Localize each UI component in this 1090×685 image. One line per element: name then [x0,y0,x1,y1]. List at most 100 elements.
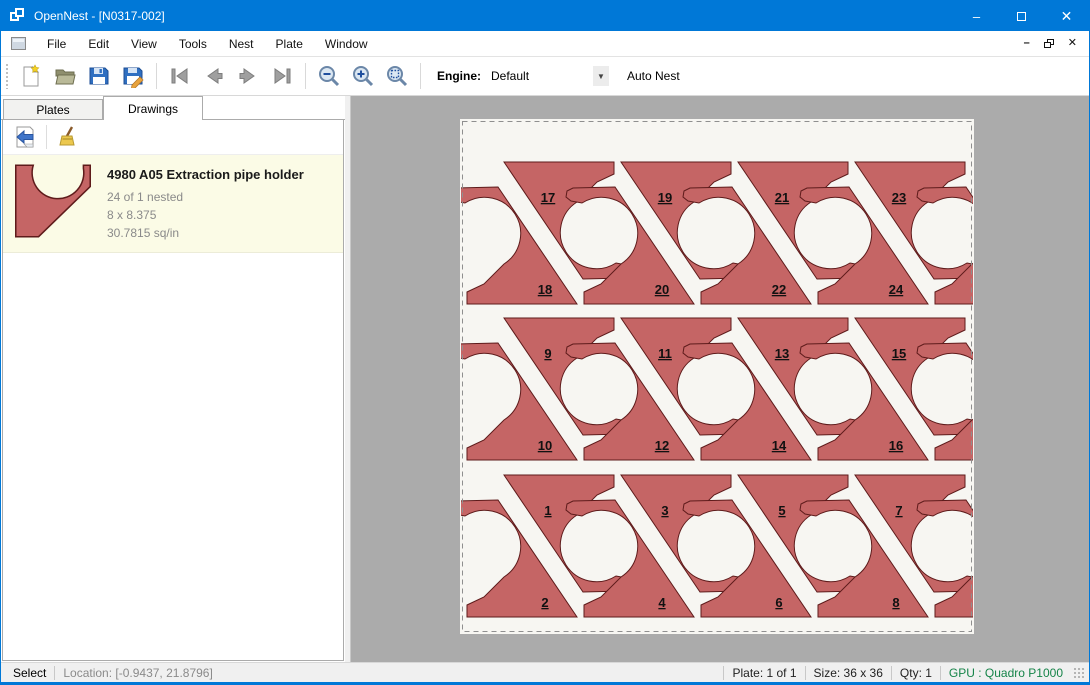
mdi-close-button[interactable]: ✕ [1068,38,1077,49]
maximize-button[interactable] [999,1,1044,31]
status-size: Size: 36 x 36 [814,666,883,680]
part-number-label: 16 [889,438,903,453]
drawing-size: 8 x 8.375 [107,206,304,224]
title-bar: OpenNest - [N0317-002] – ✕ [1,1,1089,31]
toolbar-grip [5,63,10,89]
nav-prev-button[interactable] [197,60,231,92]
part-number-label: 23 [892,190,906,205]
engine-value: Default [491,69,593,83]
part-thumbnail-shape [16,165,90,236]
part-number-label: 7 [895,503,902,518]
mdi-restore-button[interactable] [1044,39,1054,48]
part-number-label: 8 [892,595,899,610]
zoom-out-icon [317,64,341,88]
status-separator [805,666,806,680]
status-separator [891,666,892,680]
menu-plate[interactable]: Plate [265,31,314,56]
status-plate: Plate: 1 of 1 [732,666,796,680]
part-number-label: 14 [772,438,787,453]
next-arrow-icon [236,64,260,88]
nav-last-button[interactable] [265,60,299,92]
status-gpu: GPU : Quadro P1000 [949,666,1063,680]
plate-view: 171819202122232491011121314151612345678 [351,96,1089,662]
panel-toolbar [3,120,343,155]
zoom-fit-icon [385,64,409,88]
drawing-list-item[interactable]: 4980 A05 Extraction pipe holder 24 of 1 … [3,155,343,253]
panel-toolbar-separator [46,125,47,149]
mdi-minimize-button[interactable]: – [1024,38,1030,49]
resize-grip[interactable] [1073,667,1085,679]
part-number-label: 20 [655,282,669,297]
part-number-label: 13 [775,346,789,361]
drawing-area: 30.7815 sq/in [107,224,304,242]
open-file-button[interactable] [48,60,82,92]
prev-arrow-icon [202,64,226,88]
menu-tools[interactable]: Tools [168,31,218,56]
app-icon [10,8,26,24]
window-title: OpenNest - [N0317-002] [34,9,165,23]
part-number-label: 12 [655,438,669,453]
part-number-label: 17 [541,190,555,205]
document-icon [11,37,26,50]
import-drawing-button[interactable] [9,122,41,152]
toolbar-separator [156,63,157,89]
nav-next-button[interactable] [231,60,265,92]
status-separator [940,666,941,680]
new-file-icon [19,64,43,88]
zoom-fit-button[interactable] [380,60,414,92]
tab-drawings[interactable]: Drawings [103,96,203,120]
new-file-button[interactable] [14,60,48,92]
clear-button[interactable] [52,122,84,152]
parts-panel: Plates Drawings [1,96,345,662]
menu-edit[interactable]: Edit [77,31,120,56]
last-arrow-icon [270,64,294,88]
part-thumbnail [13,163,93,239]
menu-window[interactable]: Window [314,31,379,56]
chevron-down-icon[interactable]: ▼ [593,66,609,86]
tab-plates[interactable]: Plates [3,99,103,120]
panel-tabs: Plates Drawings [1,96,345,120]
status-separator [723,666,724,680]
menu-nest[interactable]: Nest [218,31,265,56]
menu-view[interactable]: View [120,31,168,56]
part-number-label: 5 [778,503,785,518]
import-drawing-icon [13,125,37,149]
part-number-label: 19 [658,190,672,205]
status-mode: Select [5,666,46,680]
zoom-out-button[interactable] [312,60,346,92]
nesting-canvas[interactable]: 171819202122232491011121314151612345678 [351,96,1089,662]
menu-bar: File Edit View Tools Nest Plate Window –… [1,31,1089,57]
zoom-in-icon [351,64,375,88]
engine-label: Engine: [437,69,481,83]
part-number-label: 2 [541,595,548,610]
first-arrow-icon [168,64,192,88]
close-button[interactable]: ✕ [1044,1,1089,31]
part-number-label: 24 [889,282,904,297]
engine-select[interactable]: Default ▼ [487,65,609,87]
open-folder-icon [53,64,77,88]
part-number-label: 4 [658,595,666,610]
broom-icon [56,125,80,149]
part-number-label: 15 [892,346,906,361]
zoom-in-button[interactable] [346,60,380,92]
drawing-title: 4980 A05 Extraction pipe holder [107,167,304,182]
status-separator [54,666,55,680]
part-number-label: 22 [772,282,786,297]
auto-nest-button[interactable]: Auto Nest [621,65,686,87]
save-as-icon [121,64,145,88]
minimize-button[interactable]: – [954,1,999,31]
save-button[interactable] [82,60,116,92]
status-bar: Select Location: [-0.9437, 21.8796] Plat… [1,662,1089,682]
nav-first-button[interactable] [163,60,197,92]
part-number-label: 21 [775,190,789,205]
menu-file[interactable]: File [36,31,77,56]
app-window: OpenNest - [N0317-002] – ✕ File Edit Vie… [0,0,1090,685]
save-as-button[interactable] [116,60,150,92]
save-icon [87,64,111,88]
drawing-nested-count: 24 of 1 nested [107,188,304,206]
part-number-label: 3 [661,503,668,518]
status-location: Location: [-0.9437, 21.8796] [63,666,212,680]
toolbar-separator [305,63,306,89]
part-number-label: 11 [658,346,672,361]
part-number-label: 10 [538,438,552,453]
